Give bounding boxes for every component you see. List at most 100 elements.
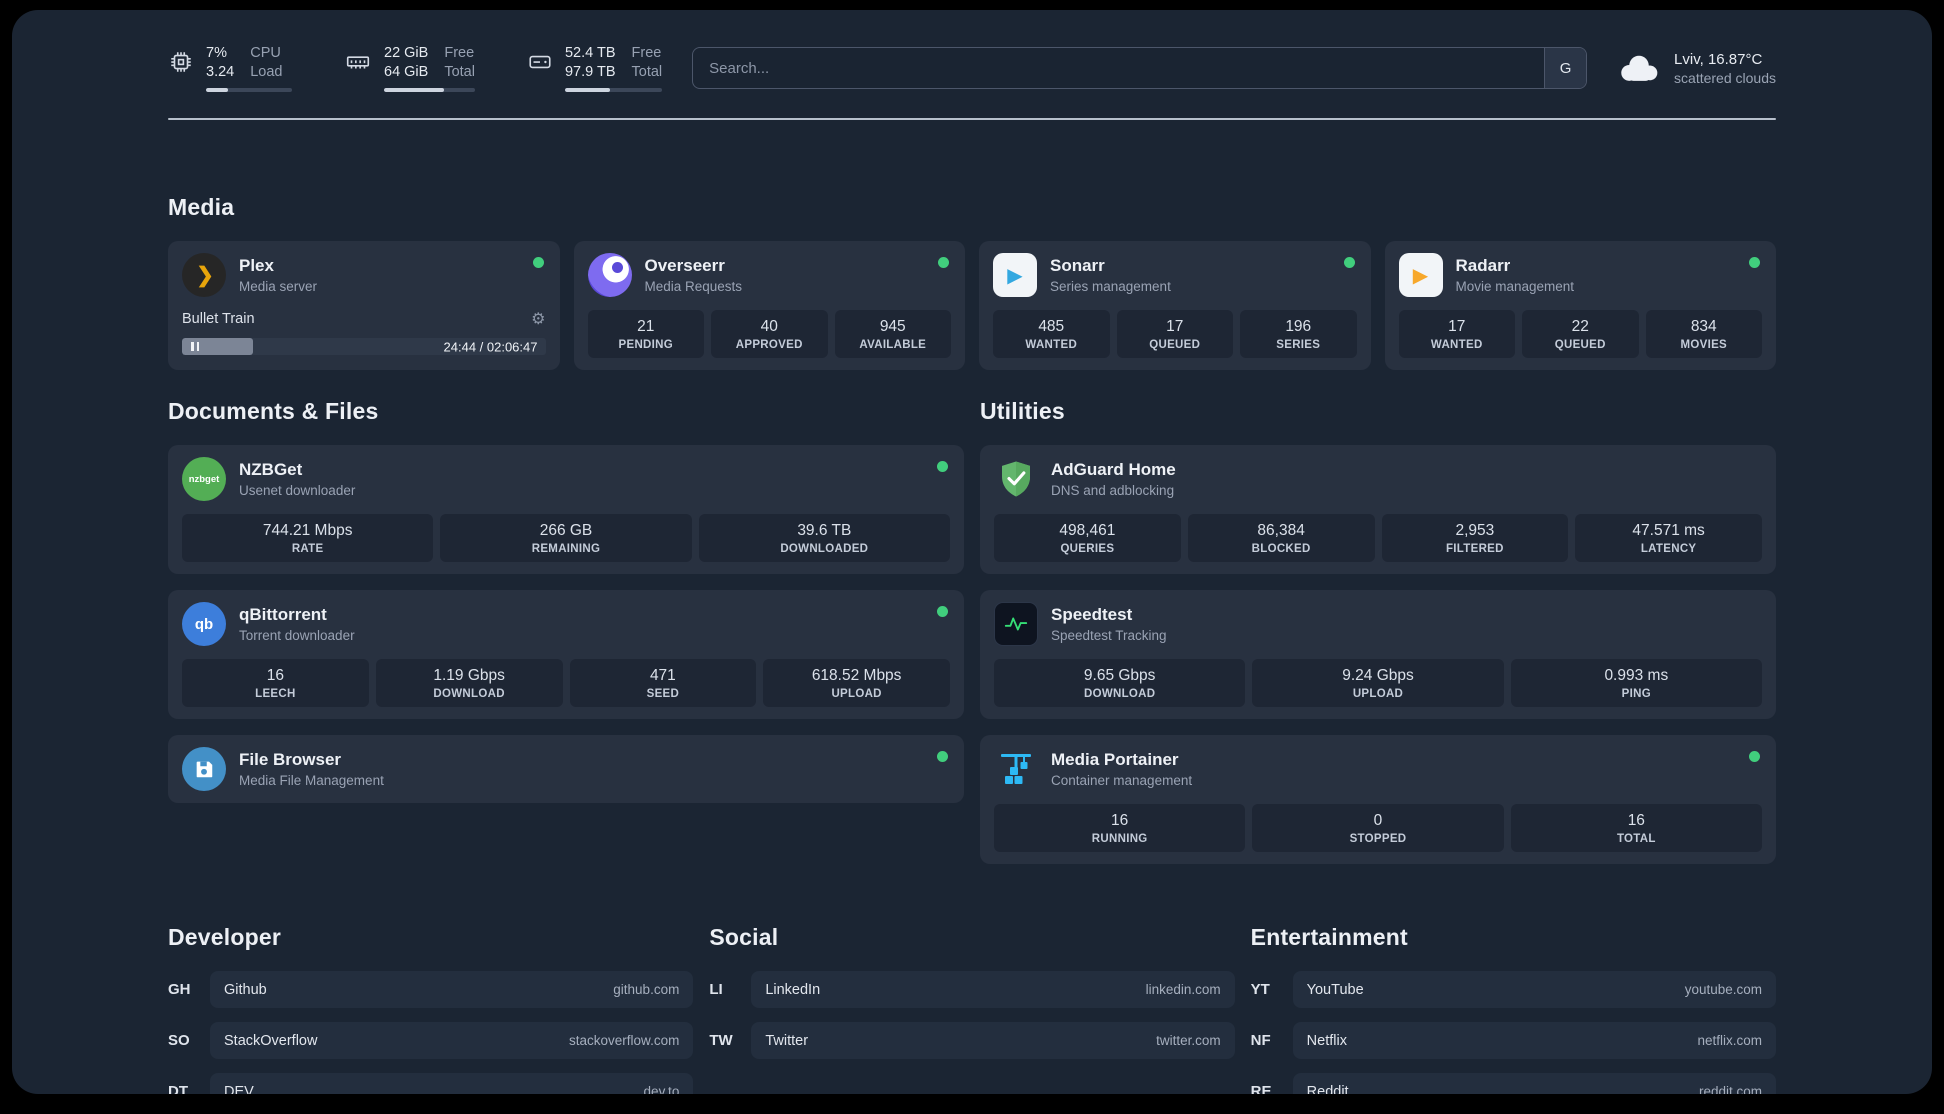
service-card-filebrowser[interactable]: File Browser Media File Management: [168, 735, 964, 804]
search-provider-button[interactable]: G: [1544, 48, 1587, 89]
bookmark-abbr: TW: [709, 1032, 733, 1050]
stat-tile: 86,384 BLOCKED: [1187, 514, 1375, 563]
stat-tile: 618.52 Mbps UPLOAD: [763, 659, 950, 708]
nzbget-icon: nzbget: [182, 457, 226, 502]
service-card-plex[interactable]: ❯ Plex Media server Bullet Train ⚙ 24:44…: [168, 241, 560, 371]
stat-tile: 485 WANTED: [993, 310, 1110, 359]
bookmark-name: DEV: [224, 1083, 254, 1094]
service-name: File Browser: [239, 750, 342, 770]
bookmark-twitter[interactable]: TW Twitter twitter.com: [709, 1022, 1235, 1060]
bookmark-dev[interactable]: DT DEV dev.to: [168, 1073, 694, 1094]
stat-tile: 945 AVAILABLE: [834, 310, 951, 359]
bookmark-name: Reddit: [1306, 1083, 1349, 1094]
bookmark-netflix[interactable]: NF Netflix netflix.com: [1250, 1022, 1776, 1060]
filebrowser-icon: [182, 747, 226, 792]
stat-tile: 16 TOTAL: [1510, 804, 1762, 853]
gear-icon[interactable]: ⚙: [531, 309, 545, 329]
bookmark-stackoverflow[interactable]: SO StackOverflow stackoverflow.com: [168, 1022, 694, 1060]
service-card-adguard[interactable]: AdGuard Home DNS and adblocking 498,461 …: [980, 445, 1776, 575]
cpu-icon: [171, 52, 191, 72]
section-title-media: Media: [168, 194, 235, 221]
pause-icon[interactable]: [191, 342, 199, 352]
service-subtitle: Series management: [1050, 279, 1171, 295]
bookmark-group-developer: Developer GH Github github.com SO StackO…: [168, 924, 694, 1094]
service-card-radarr[interactable]: ▶ Radarr Movie management 17 WANTED 22 Q…: [1384, 241, 1776, 371]
bookmark-github[interactable]: GH Github github.com: [168, 971, 694, 1009]
stat-tile: 196 SERIES: [1240, 310, 1357, 359]
cpu-values: 7% 3.24: [206, 45, 235, 81]
section-title-social: Social: [709, 924, 779, 951]
stat-tile: 22 QUEUED: [1522, 310, 1639, 359]
service-card-overseerr[interactable]: Overseerr Media Requests 21 PENDING 40 A…: [573, 241, 965, 371]
service-name: AdGuard Home: [1051, 460, 1176, 480]
plex-icon: ❯: [182, 253, 226, 298]
stat-tile: 16 LEECH: [182, 659, 369, 708]
bookmark-abbr: YT: [1250, 981, 1270, 999]
stat-tile: 498,461 QUERIES: [994, 514, 1181, 563]
weather-widget: Lviv, 16.87°C scattered clouds: [1617, 51, 1776, 86]
search-input[interactable]: [693, 48, 1545, 89]
disk-usage-widget: 52.4 TB 97.9 TB Free Total: [527, 44, 663, 93]
portainer-icon: [994, 747, 1038, 791]
memory-icon: [346, 56, 370, 69]
service-subtitle: Media Requests: [644, 279, 743, 295]
service-subtitle: Movie management: [1455, 279, 1575, 295]
cloud-icon: [1621, 55, 1658, 81]
memory-progress-bar: [384, 88, 475, 93]
playback-progress-bar[interactable]: 24:44 / 02:06:47: [182, 338, 546, 356]
sonarr-icon: ▶: [993, 253, 1037, 298]
bookmark-name: Github: [224, 981, 267, 998]
bookmark-url: github.com: [613, 982, 680, 998]
bookmark-abbr: DT: [168, 1083, 188, 1094]
service-name: NZBGet: [239, 460, 303, 480]
bookmark-abbr: SO: [168, 1032, 190, 1050]
bookmark-url: reddit.com: [1698, 1084, 1762, 1094]
system-metrics: 7% 3.24 CPU Load 22 GiB 64 GiB Free Tota…: [168, 44, 663, 93]
service-subtitle: DNS and adblocking: [1051, 483, 1175, 499]
stat-tile: 40 APPROVED: [711, 310, 828, 359]
stat-tile: 2,953 FILTERED: [1381, 514, 1569, 563]
bookmark-youtube[interactable]: YT YouTube youtube.com: [1250, 971, 1776, 1009]
service-name: Plex: [239, 256, 274, 276]
service-subtitle: Container management: [1051, 773, 1193, 789]
stat-tile: 0.993 ms PING: [1510, 659, 1762, 708]
bookmark-name: Netflix: [1306, 1032, 1347, 1049]
bookmark-url: youtube.com: [1684, 982, 1762, 998]
bookmark-url: linkedin.com: [1145, 982, 1221, 998]
service-card-qbittorrent[interactable]: qb qBittorrent Torrent downloader 16 LEE…: [168, 590, 964, 720]
search-bar[interactable]: G: [692, 47, 1588, 90]
cpu-usage-widget: 7% 3.24 CPU Load: [168, 44, 292, 93]
header-divider: [168, 118, 1776, 121]
bookmark-name: StackOverflow: [224, 1032, 318, 1049]
section-utilities: Utilities AdGuard Home DNS and adblockin…: [980, 398, 1776, 865]
bookmark-reddit[interactable]: RE Reddit reddit.com: [1251, 1073, 1776, 1094]
bookmark-abbr: NF: [1250, 1032, 1271, 1050]
service-card-portainer[interactable]: Media Portainer Container management 16 …: [980, 735, 1776, 865]
disk-progress-bar: [564, 88, 663, 93]
weather-condition: scattered clouds: [1674, 69, 1776, 86]
bookmark-linkedin[interactable]: LI LinkedIn linkedin.com: [709, 971, 1235, 1009]
stat-tile: 9.65 Gbps DOWNLOAD: [994, 659, 1246, 708]
status-dot: [1343, 257, 1355, 269]
service-card-sonarr[interactable]: ▶ Sonarr Series management 485 WANTED 17: [979, 241, 1371, 371]
bookmark-name: Twitter: [765, 1032, 809, 1049]
bookmark-url: twitter.com: [1156, 1033, 1221, 1049]
service-card-speedtest[interactable]: Speedtest Speedtest Tracking 9.65 Gbps D…: [980, 590, 1776, 720]
service-subtitle: Media server: [239, 279, 318, 295]
memory-values: 22 GiB 64 GiB: [384, 45, 429, 81]
bookmark-group-social: Social LI LinkedIn linkedin.com TW Twitt…: [709, 924, 1235, 1094]
stat-tile: 39.6 TB DOWNLOADED: [698, 514, 950, 563]
stat-tile: 266 GB REMAINING: [440, 514, 692, 563]
adguard-icon: [994, 457, 1038, 501]
cpu-progress-bar: [206, 88, 292, 93]
stat-tile: 0 STOPPED: [1252, 804, 1504, 853]
section-title-utilities: Utilities: [980, 398, 1065, 425]
speedtest-icon: [994, 602, 1038, 647]
stat-tile: 9.24 Gbps UPLOAD: [1252, 659, 1504, 708]
service-card-nzbget[interactable]: nzbget NZBGet Usenet downloader 744.21 M…: [168, 445, 964, 575]
service-subtitle: Speedtest Tracking: [1051, 628, 1167, 644]
service-name: Radarr: [1455, 256, 1511, 276]
bookmark-url: dev.to: [643, 1084, 680, 1094]
disk-icon: [529, 55, 551, 69]
status-dot: [532, 257, 544, 269]
